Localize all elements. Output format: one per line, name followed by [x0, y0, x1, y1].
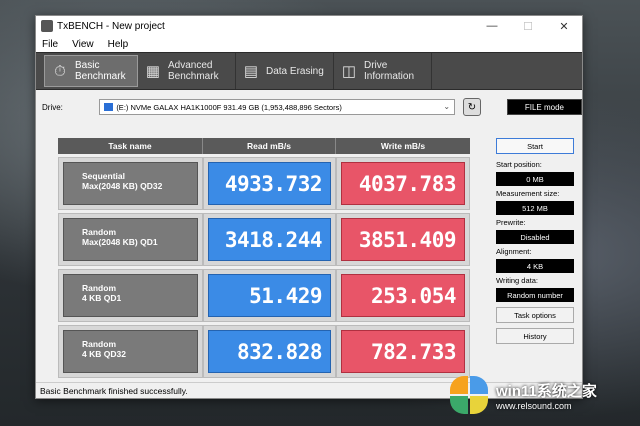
header-write: Write mB/s [380, 141, 426, 151]
write-cell: 782.733 [336, 325, 470, 378]
menu-view[interactable]: View [72, 39, 94, 50]
tab-label-line1: Drive [364, 60, 388, 71]
task-button[interactable]: Random 4 KB QD1 [63, 274, 198, 317]
read-value: 51.429 [208, 274, 331, 317]
tab-label-line2: Information [364, 71, 415, 82]
app-icon [41, 20, 53, 32]
task-options-button[interactable]: Task options [496, 307, 574, 323]
tab-label-line1: Advanced [168, 60, 213, 71]
table-header: Task name Read mB/s Write mB/s [58, 138, 470, 154]
task-name-line2: Max(2048 KB) QD32 [82, 181, 163, 191]
writing-data-label: Writing data: [496, 276, 538, 285]
prewrite-label: Prewrite: [496, 218, 526, 227]
table-row: Sequential Max(2048 KB) QD32 4933.732 403… [58, 157, 470, 210]
drive-icon: ◫ [341, 62, 357, 80]
results-table: Task name Read mB/s Write mB/s Sequentia… [58, 138, 470, 378]
drive-label: Drive: [42, 102, 63, 112]
start-position-field[interactable]: 0 MB [496, 172, 574, 186]
mode-tabs: ⏱ Basic Benchmark ▦ Advanced Benchmark ▤ D… [36, 52, 582, 90]
task-name-line1: Random [82, 283, 116, 293]
measurement-size-label: Measurement size: [496, 189, 560, 198]
window-title: TxBENCH - New project [57, 20, 165, 32]
task-cell: Random Max(2048 KB) QD1 [58, 213, 203, 266]
alignment-label: Alignment: [496, 247, 532, 256]
read-value: 3418.244 [208, 218, 331, 261]
start-button[interactable]: Start [496, 138, 574, 154]
write-value: 3851.409 [341, 218, 465, 261]
prewrite-field[interactable]: Disabled [496, 230, 574, 244]
alignment-field[interactable]: 4 KB [496, 259, 574, 273]
table-row: Random 4 KB QD1 51.429 253.054 [58, 269, 470, 322]
refresh-icon: ↻ [467, 101, 477, 113]
tab-advanced-benchmark[interactable]: ▦ Advanced Benchmark [138, 53, 236, 89]
refresh-button[interactable]: ↻ [463, 98, 481, 116]
tab-data-erasing[interactable]: ▤ Data Erasing [236, 53, 334, 89]
task-button[interactable]: Random 4 KB QD32 [63, 330, 198, 373]
write-cell: 3851.409 [336, 213, 470, 266]
header-task-name: Task name [58, 138, 203, 154]
measurement-size-field[interactable]: 512 MB [496, 201, 574, 215]
title-bar: TxBENCH - New project — ☐ ✕ [36, 16, 582, 36]
settings-panel: Start Start position: 0 MB Measurement s… [496, 138, 574, 344]
write-cell: 253.054 [336, 269, 470, 322]
tab-label-line1: Basic [75, 60, 100, 71]
drive-select[interactable]: (E:) NVMe GALAX HA1K1000F 931.49 GB (1,9… [99, 99, 456, 115]
write-value: 782.733 [341, 330, 465, 373]
tab-label-line1: Data Erasing [266, 65, 324, 77]
windows-logo-icon [448, 374, 490, 416]
write-value: 253.054 [341, 274, 465, 317]
start-position-label: Start position: [496, 160, 542, 169]
read-value: 832.828 [208, 330, 331, 373]
task-name-line1: Random [82, 339, 116, 349]
drive-row: Drive: (E:) NVMe GALAX HA1K1000F 931.49 … [36, 94, 582, 120]
task-cell: Random 4 KB QD1 [58, 269, 203, 322]
table-row: Random 4 KB QD32 832.828 782.733 [58, 325, 470, 378]
watermark-title: win11系统之家 [496, 382, 597, 400]
writing-data-field[interactable]: Random number [496, 288, 574, 302]
file-mode-button[interactable]: FILE mode [506, 99, 582, 115]
task-name-line1: Sequential [82, 171, 125, 181]
watermark: win11系统之家 www.relsound.com [448, 374, 597, 416]
stopwatch-icon: ⏱ [54, 62, 66, 80]
read-cell: 4933.732 [203, 157, 336, 210]
chevron-down-icon: ⌄ [443, 102, 451, 111]
menu-help[interactable]: Help [108, 39, 129, 50]
read-cell: 51.429 [203, 269, 336, 322]
write-cell: 4037.783 [336, 157, 470, 210]
read-cell: 3418.244 [203, 213, 336, 266]
write-value: 4037.783 [341, 162, 465, 205]
task-cell: Sequential Max(2048 KB) QD32 [58, 157, 203, 210]
tab-basic-benchmark[interactable]: ⏱ Basic Benchmark [44, 55, 138, 87]
drive-select-value: (E:) NVMe GALAX HA1K1000F 931.49 GB (1,9… [116, 102, 342, 112]
history-button[interactable]: History [496, 328, 574, 344]
task-cell: Random 4 KB QD32 [58, 325, 203, 378]
tab-label-line2: Benchmark [168, 71, 219, 82]
eraser-icon: ▤ [243, 62, 259, 80]
task-name-line2: Max(2048 KB) QD1 [82, 237, 158, 247]
windows-drive-icon [104, 103, 114, 111]
read-value: 4933.732 [208, 162, 331, 205]
task-name-line1: Random [82, 227, 116, 237]
bar-chart-icon: ▦ [145, 62, 161, 80]
task-button[interactable]: Random Max(2048 KB) QD1 [63, 218, 198, 261]
task-name-line2: 4 KB QD32 [82, 349, 126, 359]
minimize-icon[interactable]: — [474, 20, 510, 32]
task-button[interactable]: Sequential Max(2048 KB) QD32 [63, 162, 198, 205]
table-row: Random Max(2048 KB) QD1 3418.244 3851.409 [58, 213, 470, 266]
tab-label-line2: Benchmark [75, 71, 126, 82]
menu-bar: File View Help [36, 36, 582, 52]
maximize-icon[interactable]: ☐ [510, 20, 546, 33]
txbench-window: TxBENCH - New project — ☐ ✕ File View He… [35, 15, 583, 399]
menu-file[interactable]: File [42, 39, 58, 50]
header-read: Read mB/s [203, 138, 336, 154]
task-name-line2: 4 KB QD1 [82, 293, 122, 303]
tab-drive-information[interactable]: ◫ Drive Information [334, 53, 432, 89]
close-icon[interactable]: ✕ [546, 20, 582, 33]
watermark-url: www.relsound.com [496, 400, 572, 411]
read-cell: 832.828 [203, 325, 336, 378]
